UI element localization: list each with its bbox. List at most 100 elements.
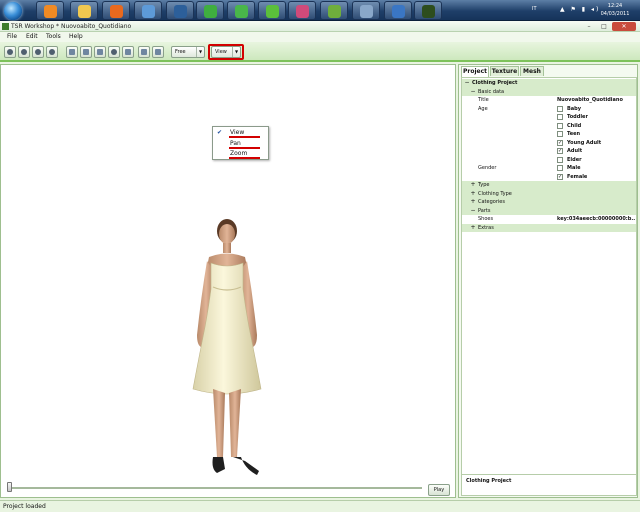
- tree-categories[interactable]: + Categories: [462, 198, 636, 207]
- taskbar-app-button[interactable]: [288, 1, 316, 20]
- checkbox[interactable]: [557, 165, 563, 171]
- collapse-icon[interactable]: −: [470, 207, 476, 216]
- pick-button[interactable]: [152, 46, 164, 58]
- explorer-icon: [392, 5, 405, 18]
- sphere-icon: [7, 49, 13, 55]
- menu-bar: File Edit Tools Help: [0, 32, 640, 42]
- view-front-button[interactable]: [4, 46, 16, 58]
- properties-panel: Project Texture Mesh − Clothing Project − B…: [458, 64, 638, 498]
- taskbar-app-button[interactable]: [320, 1, 348, 20]
- tab-mesh[interactable]: Mesh: [520, 66, 544, 76]
- taskbar-app-button[interactable]: [134, 1, 162, 20]
- expand-icon[interactable]: +: [470, 190, 476, 199]
- tab-texture[interactable]: Texture: [490, 66, 519, 76]
- tree-clothing-project[interactable]: − Clothing Project: [462, 79, 636, 88]
- taskbar-app-button[interactable]: [258, 1, 286, 20]
- close-button[interactable]: ✕: [612, 22, 636, 31]
- zoom-button[interactable]: [94, 46, 106, 58]
- checkbox[interactable]: [557, 122, 563, 129]
- play-button[interactable]: Play: [428, 484, 450, 496]
- bulb-icon: [111, 49, 117, 55]
- checkbox-label: Child: [567, 122, 582, 129]
- tree-type-label: Type: [478, 182, 490, 188]
- menu-help[interactable]: Help: [69, 33, 83, 40]
- checkbox-label: Baby: [567, 105, 582, 112]
- view-side-button[interactable]: [18, 46, 30, 58]
- disc-icon: [360, 5, 373, 18]
- tree-clothing-type[interactable]: + Clothing Type: [462, 189, 636, 199]
- checkbox-label: Teen: [567, 131, 581, 137]
- floor-button[interactable]: [138, 46, 150, 58]
- floor-icon: [141, 49, 147, 55]
- expand-icon[interactable]: +: [470, 198, 476, 207]
- checkbox-label: Adult: [567, 148, 583, 154]
- info-box: Clothing Project: [461, 474, 637, 496]
- wireframe-button[interactable]: [66, 46, 78, 58]
- taskbar-app-button[interactable]: [166, 1, 194, 20]
- 3d-viewport[interactable]: ✔ View Pan Zoom: [0, 64, 456, 498]
- checkbox[interactable]: [557, 131, 563, 137]
- view-menu-item-label: Zoom: [230, 150, 248, 157]
- checkbox[interactable]: [557, 156, 563, 163]
- status-bar: Project loaded: [0, 500, 640, 512]
- tree-age-young-adult: ✓ Young Adult: [462, 139, 636, 148]
- texture-button[interactable]: [80, 46, 92, 58]
- minimize-button[interactable]: –: [582, 22, 596, 31]
- tsr-workshop-icon: [2, 23, 9, 30]
- skeleton-button[interactable]: [122, 46, 134, 58]
- tree-basic-data[interactable]: − Basic data: [462, 87, 636, 97]
- tree-title-value[interactable]: Nuovoabito_Quotidiano: [557, 96, 635, 105]
- maximize-button[interactable]: □: [597, 22, 611, 31]
- tree-shoes-label: Shoes: [478, 216, 494, 222]
- taskbar: IT ▲ ⚑ ▮ ◂) 12:24 04/03/2011: [0, 0, 640, 21]
- start-button[interactable]: [4, 2, 22, 20]
- checkbox[interactable]: ✓: [557, 173, 563, 180]
- tree-parts[interactable]: − Parts: [462, 206, 636, 216]
- view-mode-menu: ✔ View Pan Zoom: [212, 126, 269, 160]
- taskbar-app-button[interactable]: [36, 1, 64, 20]
- camera-mode-dropdown[interactable]: Free ▼: [171, 46, 205, 58]
- tree-extras[interactable]: + Extras: [462, 223, 636, 233]
- checkbox[interactable]: ✓: [557, 148, 563, 154]
- animation-timeline[interactable]: [10, 487, 422, 489]
- view-top-button[interactable]: [46, 46, 58, 58]
- taskbar-app-button[interactable]: [352, 1, 380, 20]
- collapse-icon[interactable]: −: [470, 88, 476, 97]
- taskbar-app-button[interactable]: [227, 1, 255, 20]
- avatar-model[interactable]: [187, 217, 267, 477]
- checkbox-label: Female: [567, 173, 588, 180]
- checkbox[interactable]: ✓: [557, 139, 563, 146]
- timeline-slider-handle[interactable]: [7, 482, 12, 492]
- view-back-button[interactable]: [32, 46, 44, 58]
- firefox-icon: [110, 5, 123, 18]
- checkbox[interactable]: [557, 114, 563, 120]
- light-button[interactable]: [108, 46, 120, 58]
- language-indicator[interactable]: IT: [532, 6, 537, 12]
- tree-age-teen: Teen: [462, 130, 636, 139]
- tree-shoes: Shoes key:034aeecb:00000000:b...: [462, 215, 636, 224]
- tree-shoes-value[interactable]: key:034aeecb:00000000:b...: [557, 215, 635, 224]
- taskbar-app-button[interactable]: [414, 1, 442, 20]
- taskbar-app-button[interactable]: [384, 1, 412, 20]
- clock[interactable]: 12:24 04/03/2011: [596, 2, 634, 18]
- sims-icon: [204, 5, 217, 18]
- tray-icons[interactable]: ▲ ⚑ ▮ ◂): [560, 6, 600, 13]
- info-title: Clothing Project: [466, 478, 512, 484]
- menu-file[interactable]: File: [7, 33, 17, 40]
- tab-project[interactable]: Project: [461, 66, 489, 77]
- menu-tools[interactable]: Tools: [46, 33, 61, 40]
- checkbox[interactable]: [557, 105, 563, 112]
- taskbar-app-button[interactable]: [102, 1, 130, 20]
- expand-icon[interactable]: +: [470, 181, 476, 190]
- tree-type[interactable]: + Type: [462, 181, 636, 190]
- collapse-icon[interactable]: −: [464, 79, 470, 88]
- camera-mode-value: Free: [175, 49, 186, 55]
- checkbox-label: Elder: [567, 156, 582, 163]
- expand-icon[interactable]: +: [470, 224, 476, 233]
- menu-edit[interactable]: Edit: [26, 33, 38, 40]
- taskbar-app-button[interactable]: [196, 1, 224, 20]
- window-title: TSR Workshop * Nuovoabito_Quotidiano: [11, 23, 132, 30]
- taskbar-app-button[interactable]: [70, 1, 98, 20]
- tree-gender-male-label: Gender: [478, 165, 497, 171]
- bones-icon: [125, 49, 131, 55]
